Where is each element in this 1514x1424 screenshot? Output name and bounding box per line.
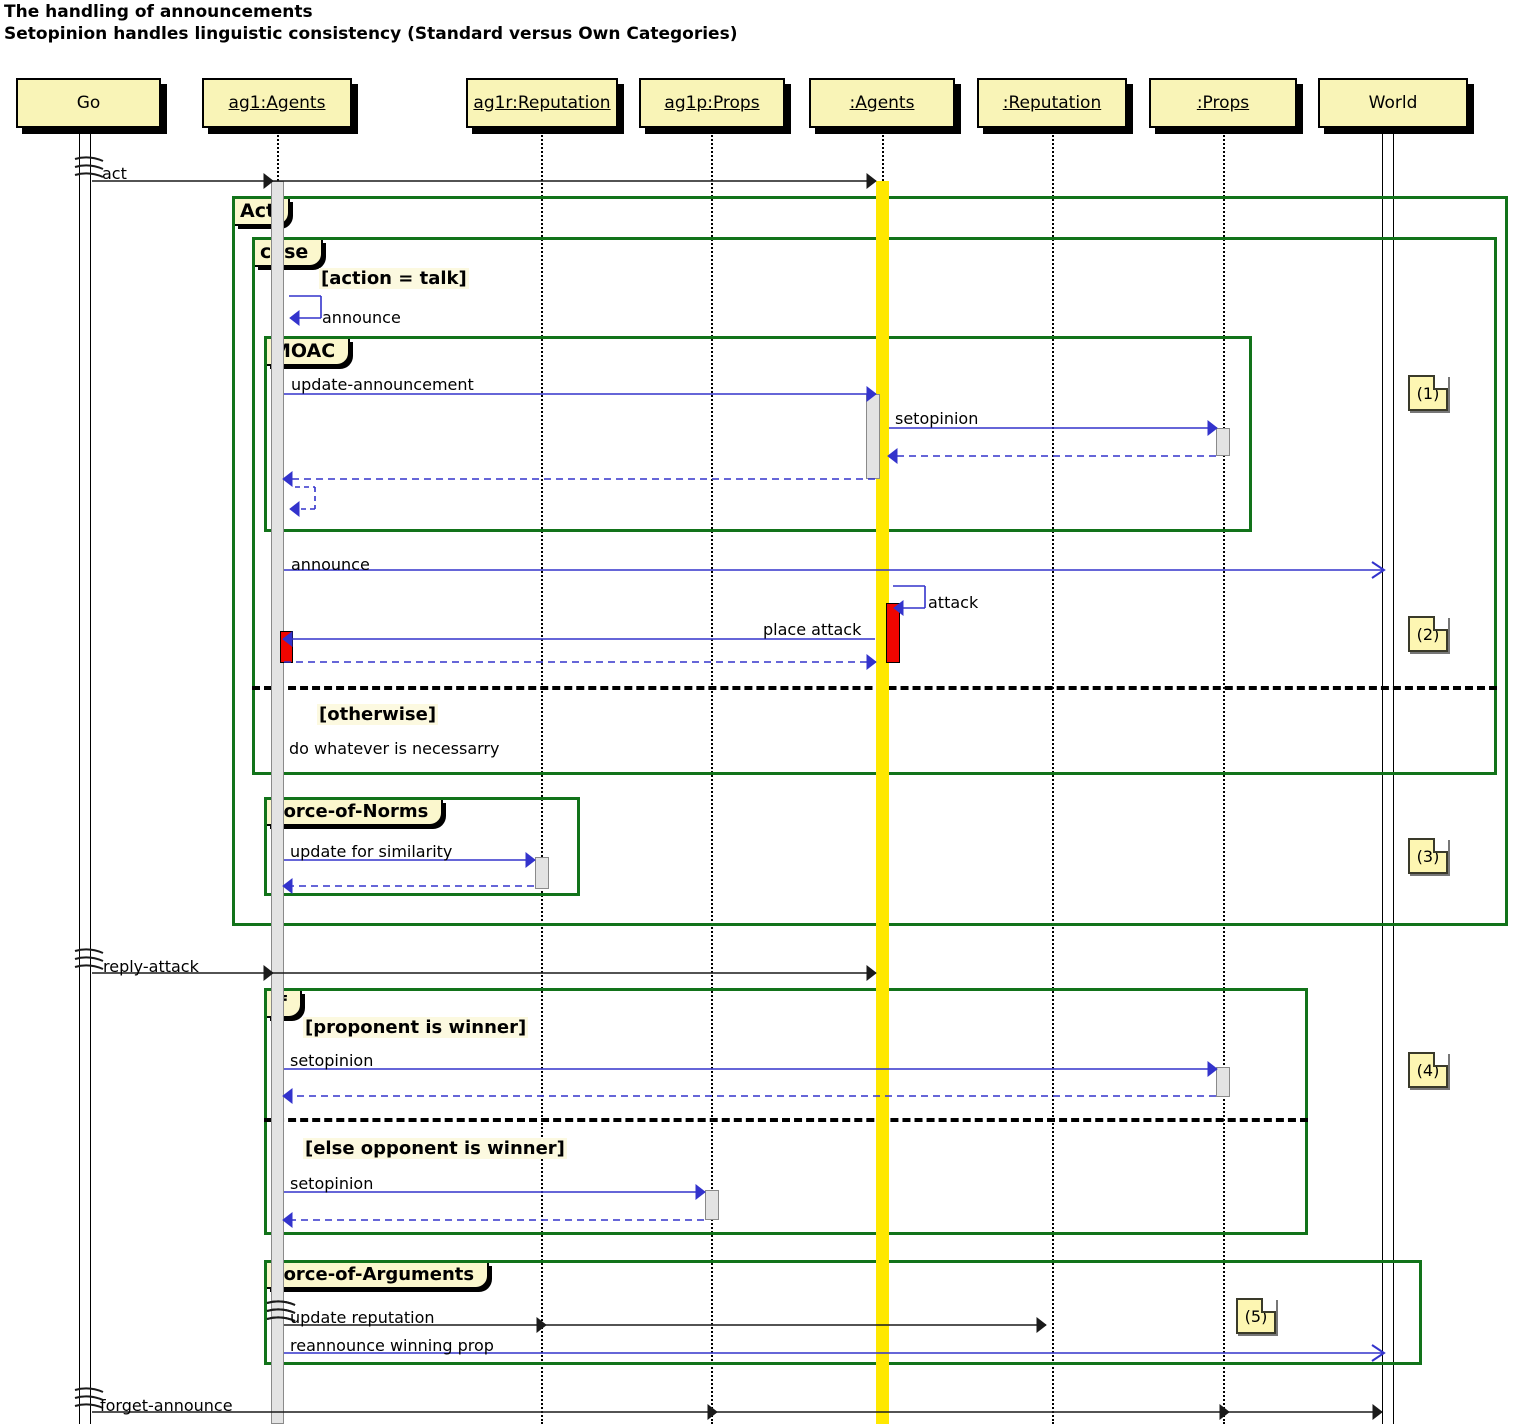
message-label-update_similarity: update for similarity <box>290 842 453 861</box>
frame-label-force_of_arguments: Force-of-Arguments <box>267 1263 490 1290</box>
lifeline-head-world[interactable]: World <box>1318 78 1468 128</box>
frame-label-case: case <box>255 240 324 268</box>
activation-act-agents-update <box>866 394 880 479</box>
activation-act-props-setopinion1 <box>1216 428 1230 456</box>
message-label-place_attack: place attack <box>763 620 862 639</box>
note-fold-icon <box>1433 838 1448 853</box>
message-label-setopinion_1: setopinion <box>895 409 979 428</box>
message-act <box>74 156 877 190</box>
lifeline-head-agents[interactable]: :Agents <box>809 78 955 128</box>
activation-act-ag1r-similarity <box>535 857 549 889</box>
message-label-reannounce: reannounce winning prop <box>290 1336 494 1355</box>
note-fold-icon <box>1433 1052 1448 1067</box>
activation-act-agents-attack <box>886 603 900 663</box>
activation-act-props-setopinion2 <box>1216 1067 1230 1097</box>
note-note4[interactable]: (4) <box>1408 1052 1448 1088</box>
note-note3[interactable]: (3) <box>1408 838 1448 874</box>
lifeline-head-label: :Props <box>1196 92 1250 113</box>
message-label-setopinion_3: setopinion <box>290 1174 374 1193</box>
message-label-update_announcement: update-announcement <box>291 375 474 394</box>
note-fold-icon <box>1433 375 1448 390</box>
lifeline-head-props[interactable]: :Props <box>1149 78 1297 128</box>
note-note5[interactable]: (5) <box>1236 1298 1276 1334</box>
lifeline-head-reputation[interactable]: :Reputation <box>977 78 1127 128</box>
frame-label-force_of_norms: Force-of-Norms <box>267 800 444 827</box>
message-label-setopinion_2: setopinion <box>290 1051 374 1070</box>
note-note1[interactable]: (1) <box>1408 375 1448 411</box>
lifeline-head-label: :Agents <box>849 92 915 113</box>
sequence-diagram-canvas: The handling of announcements Setopinion… <box>0 0 1514 1424</box>
lifeline-head-label: ag1:Agents <box>228 92 326 113</box>
frame-divider-if_divider <box>264 1118 1308 1122</box>
lifeline-head-ag1p[interactable]: ag1p:Props <box>639 78 785 128</box>
guard-guard_else_opponent: [else opponent is winner] <box>303 1138 567 1159</box>
note-fold-icon <box>1433 616 1448 631</box>
frame-moac <box>264 336 1252 532</box>
activation-act-ag1p-setopinion3 <box>705 1190 719 1220</box>
activation-act-ag1agents-attack <box>280 631 293 663</box>
message-label-update_reputation: update reputation <box>290 1308 435 1327</box>
lifeline-head-label: :Reputation <box>1002 92 1102 113</box>
lifeline-head-ag1r[interactable]: ag1r:Reputation <box>466 78 618 128</box>
message-label-announce_self: announce <box>322 308 401 327</box>
diagram-title-line2: Setopinion handles linguistic consistenc… <box>4 24 738 44</box>
activation-act-ag1agents-main <box>271 181 284 1424</box>
lifeline-head-label: ag1p:Props <box>664 92 760 113</box>
lifeline-go <box>79 128 91 1424</box>
lifeline-head-label: Go <box>76 92 101 113</box>
guard-guard_talk: [action = talk] <box>319 268 469 289</box>
message-label-attack_self: attack <box>928 593 979 612</box>
message-label-announce_world: announce <box>291 555 370 574</box>
note-note2[interactable]: (2) <box>1408 616 1448 652</box>
lifeline-head-label: World <box>1368 92 1418 113</box>
message-label-forget_announce: forget-announce <box>100 1396 233 1415</box>
diagram-title-line1: The handling of announcements <box>4 2 313 22</box>
guard-guard_proponent: [proponent is winner] <box>303 1017 529 1038</box>
guard-guard_otherwise: [otherwise] <box>317 704 439 725</box>
note-fold-icon <box>1261 1298 1276 1313</box>
frame-divider-case_divider <box>252 686 1497 690</box>
lifeline-head-label: ag1r:Reputation <box>473 92 611 113</box>
message-label-reply_attack: reply-attack <box>103 957 199 976</box>
activation-act-agents-main <box>876 181 889 1424</box>
text-otherwise_body: do whatever is necessarry <box>289 739 500 758</box>
lifeline-head-ag1agents[interactable]: ag1:Agents <box>202 78 352 128</box>
message-label-act: act <box>102 164 127 183</box>
lifeline-head-go[interactable]: Go <box>16 78 161 128</box>
